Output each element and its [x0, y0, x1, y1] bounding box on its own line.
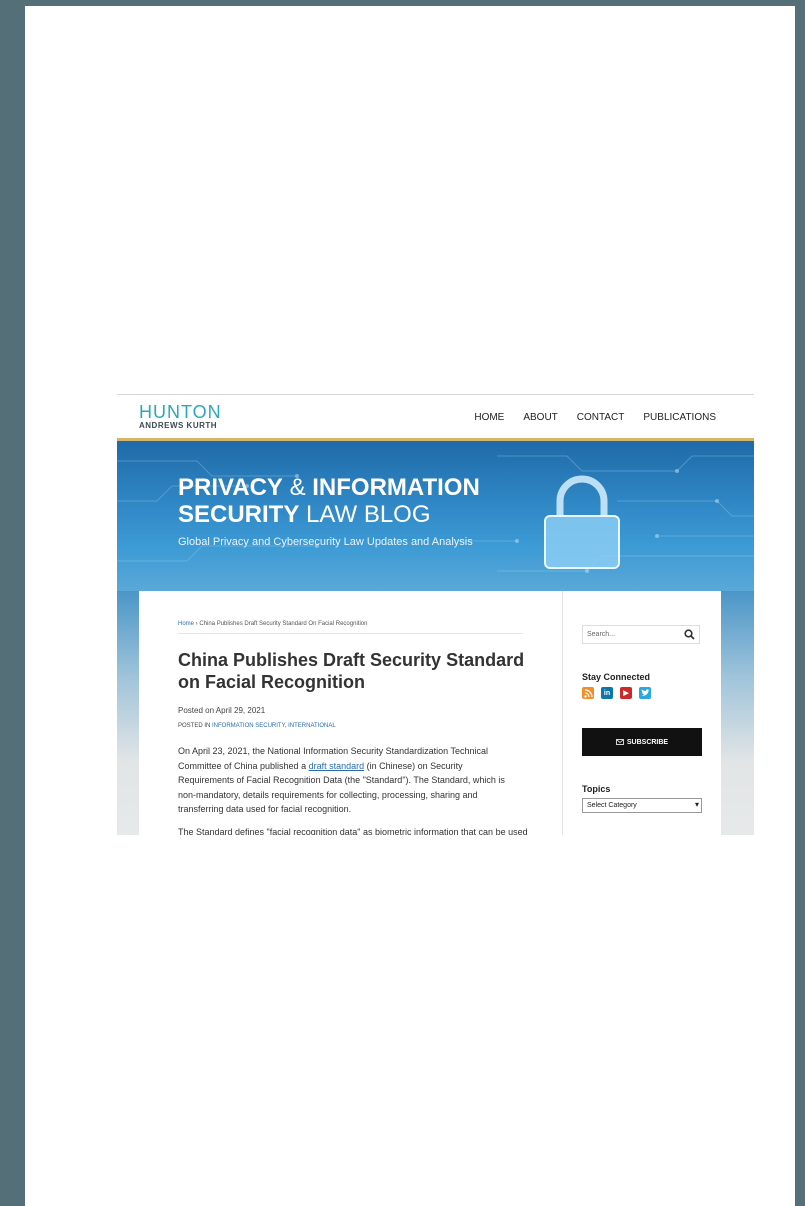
document-page: HUNTON ANDREWS KURTH HOME ABOUT CONTACT …	[25, 6, 795, 1206]
category-links[interactable]: INFORMATION SECURITY, INTERNATIONAL	[212, 723, 336, 729]
breadcrumb-home[interactable]: Home	[178, 621, 194, 627]
posted-in-label: POSTED IN	[178, 723, 213, 729]
blog-title: PRIVACY & INFORMATION SECURITY LAW BLOG	[178, 474, 480, 528]
select-value: Select Category	[587, 802, 637, 809]
subscribe-label: SUBSCRIBE	[626, 738, 669, 746]
search-placeholder: Search...	[587, 631, 616, 638]
title-amp: &	[282, 474, 313, 501]
nav-home[interactable]: HOME	[474, 412, 504, 423]
main-nav: HOME ABOUT CONTACT PUBLICATIONS	[474, 412, 716, 423]
post-paragraph: On April 23, 2021, the National Informat…	[178, 744, 516, 817]
content-area: Home › China Publishes Draft Security St…	[139, 591, 721, 835]
post-date: Posted on April 29, 2021	[178, 706, 266, 715]
rss-icon[interactable]	[582, 687, 594, 699]
site-logo[interactable]: HUNTON ANDREWS KURTH	[139, 403, 222, 430]
search-input[interactable]: Search...	[582, 625, 700, 644]
social-icons: in ▶	[582, 687, 651, 699]
blog-subtitle: Global Privacy and Cybersecurity Law Upd…	[178, 536, 473, 548]
nav-about[interactable]: ABOUT	[523, 412, 557, 423]
linkedin-icon[interactable]: in	[601, 687, 613, 699]
title-privacy: PRIVACY	[178, 474, 283, 501]
padlock-icon	[544, 475, 620, 569]
youtube-icon[interactable]: ▶	[620, 687, 632, 699]
breadcrumb-current: China Publishes Draft Security Standard …	[199, 621, 368, 627]
twitter-icon[interactable]	[639, 687, 651, 699]
post-title: China Publishes Draft Security Standard …	[178, 650, 525, 692]
logo-main-text: HUNTON	[139, 402, 222, 422]
search-icon[interactable]	[684, 629, 695, 640]
stay-connected-heading: Stay Connected	[582, 672, 651, 682]
nav-contact[interactable]: CONTACT	[577, 412, 625, 423]
category-select[interactable]: Select Category ▾	[582, 798, 702, 813]
article-column: Home › China Publishes Draft Security St…	[139, 591, 563, 835]
post-categories: POSTED IN INFORMATION SECURITY, INTERNAT…	[178, 723, 336, 729]
site-header: HUNTON ANDREWS KURTH HOME ABOUT CONTACT …	[117, 394, 754, 439]
envelope-icon	[615, 739, 624, 745]
post-paragraph-2: The Standard defines "facial recognition…	[178, 827, 528, 835]
logo-sub-text: ANDREWS KURTH	[139, 421, 218, 430]
website-screenshot: HUNTON ANDREWS KURTH HOME ABOUT CONTACT …	[117, 394, 754, 835]
draft-standard-link[interactable]: draft standard	[309, 761, 365, 771]
blog-banner: PRIVACY & INFORMATION SECURITY LAW BLOG …	[117, 441, 754, 591]
title-information: INFORMATION	[312, 474, 480, 501]
breadcrumb: Home › China Publishes Draft Security St…	[178, 621, 523, 634]
nav-publications[interactable]: PUBLICATIONS	[643, 412, 716, 423]
title-law-blog: LAW BLOG	[299, 501, 431, 528]
topics-heading: Topics	[582, 784, 611, 794]
sidebar: Search... Stay Connected in ▶ SUBSCRIBE …	[582, 591, 712, 835]
subscribe-button[interactable]: SUBSCRIBE	[582, 728, 702, 756]
chevron-down-icon: ▾	[694, 800, 699, 809]
title-security: SECURITY	[178, 501, 300, 528]
